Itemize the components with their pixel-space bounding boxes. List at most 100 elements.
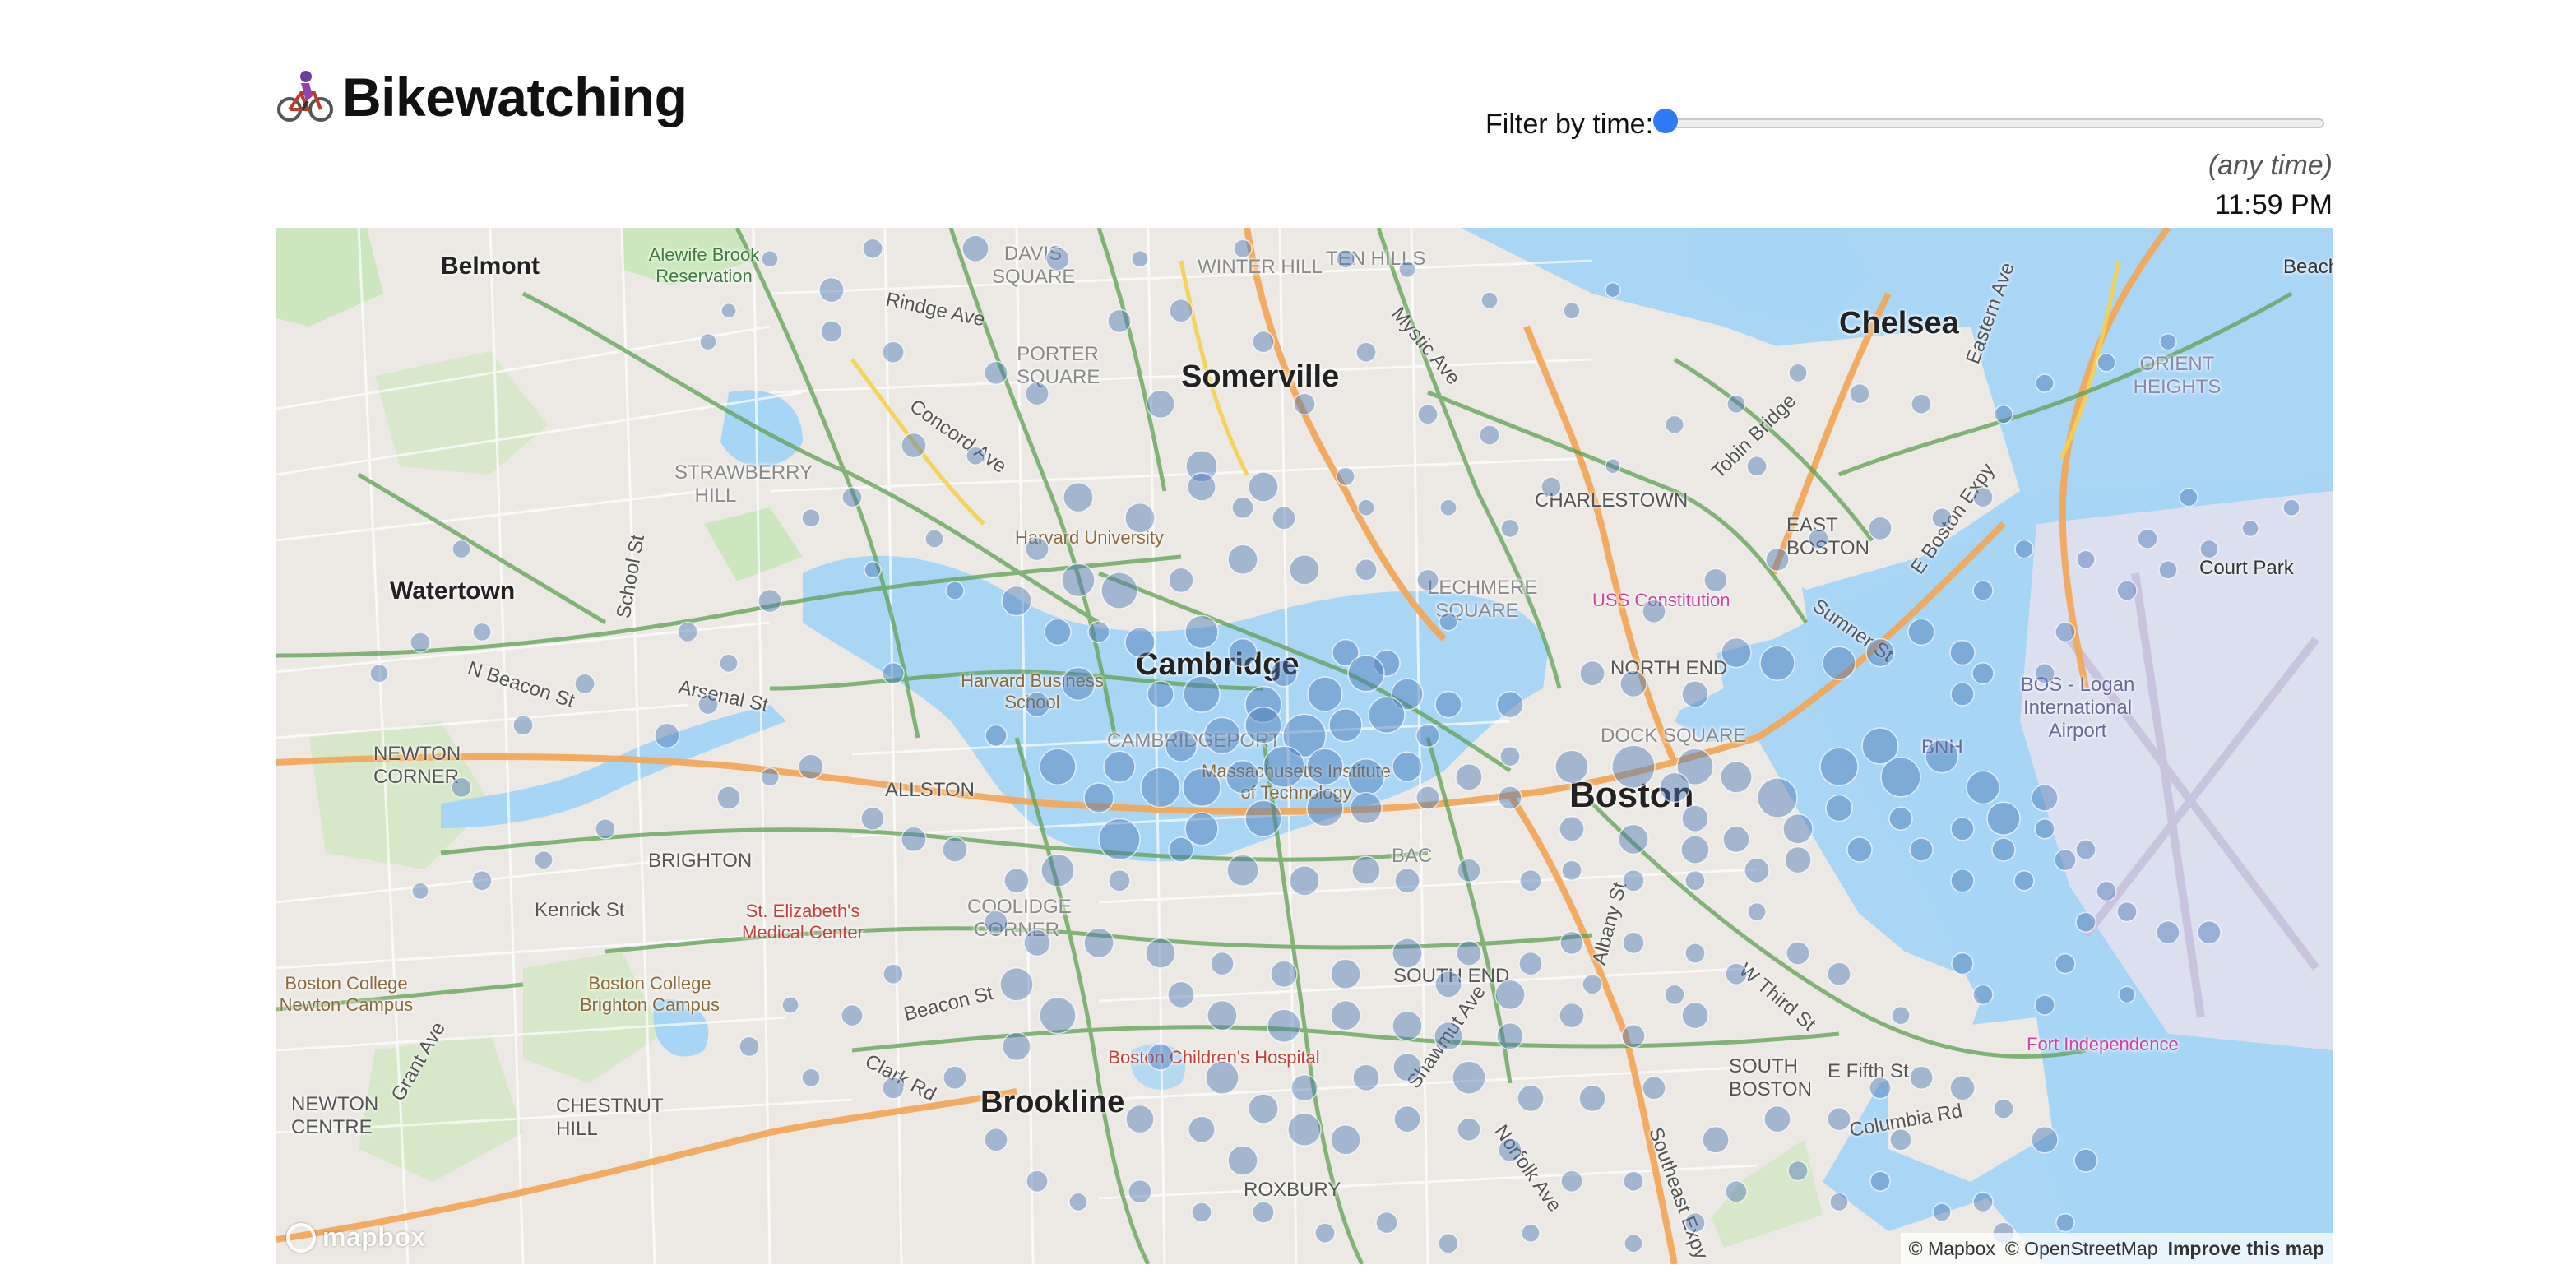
station-circle[interactable] <box>1063 481 1094 513</box>
station-circle[interactable] <box>2241 519 2259 538</box>
station-circle[interactable] <box>1784 846 1812 874</box>
station-circle[interactable] <box>1068 1192 1088 1212</box>
station-circle[interactable] <box>1287 1112 1322 1147</box>
station-circle[interactable] <box>781 996 799 1014</box>
station-circle[interactable] <box>1720 761 1753 794</box>
station-circle[interactable] <box>2031 784 2059 812</box>
station-circle[interactable] <box>1624 1234 1643 1253</box>
station-circle[interactable] <box>1330 958 1361 989</box>
mapbox-attribution-link[interactable]: © Mapbox <box>1909 1238 1995 1260</box>
station-circle[interactable] <box>985 724 1008 748</box>
station-circle[interactable] <box>1788 363 1808 383</box>
station-circle[interactable] <box>1519 869 1542 892</box>
station-circle[interactable] <box>2096 880 2117 902</box>
station-circle[interactable] <box>1267 1008 1301 1043</box>
station-circle[interactable] <box>1765 547 1790 572</box>
station-circle[interactable] <box>1146 389 1175 419</box>
station-circle[interactable] <box>1434 1022 1463 1051</box>
station-circle[interactable] <box>369 664 389 683</box>
station-circle[interactable] <box>1725 962 1748 985</box>
station-circle[interactable] <box>1392 751 1423 782</box>
station-circle[interactable] <box>1392 1010 1423 1041</box>
station-circle[interactable] <box>1849 382 1870 405</box>
station-circle[interactable] <box>1398 260 1416 279</box>
station-circle[interactable] <box>2118 985 2136 1004</box>
station-circle[interactable] <box>1392 1052 1422 1082</box>
station-circle[interactable] <box>1787 1160 1809 1182</box>
station-circle[interactable] <box>901 432 927 459</box>
station-circle[interactable] <box>841 1003 864 1027</box>
station-circle[interactable] <box>1248 1093 1279 1124</box>
station-circle[interactable] <box>1827 1106 1851 1132</box>
station-circle[interactable] <box>1747 901 1767 922</box>
station-circle[interactable] <box>1950 869 1975 893</box>
station-circle[interactable] <box>1702 1126 1730 1154</box>
station-circle[interactable] <box>1393 1105 1421 1133</box>
station-circle[interactable] <box>452 539 471 559</box>
time-slider-thumb[interactable] <box>1653 109 1678 133</box>
station-circle[interactable] <box>2054 848 2077 872</box>
station-circle[interactable] <box>901 826 927 853</box>
station-circle[interactable] <box>2031 1126 2059 1154</box>
station-circle[interactable] <box>1457 1117 1481 1142</box>
station-circle[interactable] <box>1375 1211 1398 1235</box>
station-circle[interactable] <box>1681 1001 1709 1030</box>
station-circle[interactable] <box>1357 498 1375 517</box>
station-circle[interactable] <box>1763 1105 1791 1133</box>
station-circle[interactable] <box>883 963 904 985</box>
station-circle[interactable] <box>1621 1024 1646 1049</box>
station-circle[interactable] <box>1355 558 1378 581</box>
station-circle[interactable] <box>1145 938 1176 969</box>
time-slider[interactable] <box>1653 109 2324 133</box>
station-circle[interactable] <box>2055 952 2076 975</box>
station-circle[interactable] <box>1167 980 1195 1009</box>
station-circle[interactable] <box>1147 680 1174 708</box>
station-circle[interactable] <box>801 1068 821 1087</box>
station-circle[interactable] <box>1746 456 1768 477</box>
station-circle[interactable] <box>1786 941 1810 966</box>
station-circle[interactable] <box>1726 394 1746 414</box>
station-circle[interactable] <box>1782 813 1814 845</box>
station-circle[interactable] <box>1456 940 1482 966</box>
station-circle[interactable] <box>451 776 472 799</box>
station-circle[interactable] <box>2159 332 2177 351</box>
station-circle[interactable] <box>1392 938 1423 969</box>
station-circle[interactable] <box>1336 466 1355 487</box>
station-circle[interactable] <box>1290 1074 1318 1102</box>
station-circle[interactable] <box>1434 690 1462 719</box>
station-circle[interactable] <box>699 332 717 351</box>
station-circle[interactable] <box>942 836 968 863</box>
station-circle[interactable] <box>2282 498 2300 517</box>
station-circle[interactable] <box>1207 999 1238 1031</box>
station-circle[interactable] <box>999 967 1034 1002</box>
station-circle[interactable] <box>1925 739 1959 774</box>
station-circle[interactable] <box>1554 749 1589 784</box>
station-circle[interactable] <box>1909 837 1934 862</box>
station-circle[interactable] <box>2034 818 2055 840</box>
station-circle[interactable] <box>1103 750 1136 783</box>
station-circle[interactable] <box>1124 503 1156 534</box>
station-circle[interactable] <box>1659 771 1690 804</box>
station-circle[interactable] <box>1307 676 1343 712</box>
station-circle[interactable] <box>1306 789 1344 827</box>
station-circle[interactable] <box>1252 330 1275 354</box>
station-circle[interactable] <box>1083 927 1114 959</box>
station-circle[interactable] <box>1966 770 2000 805</box>
station-circle[interactable] <box>841 486 863 508</box>
station-circle[interactable] <box>1578 1084 1606 1113</box>
station-circle[interactable] <box>2137 528 2158 549</box>
station-circle[interactable] <box>1808 528 1829 549</box>
station-circle[interactable] <box>2116 901 2138 923</box>
station-circle[interactable] <box>882 341 905 364</box>
station-circle[interactable] <box>1044 618 1072 646</box>
station-circle[interactable] <box>1582 974 1603 995</box>
station-circle[interactable] <box>719 653 739 673</box>
station-circle[interactable] <box>1972 580 1994 601</box>
station-circle[interactable] <box>1168 836 1194 863</box>
station-circle[interactable] <box>411 882 429 901</box>
station-circle[interactable] <box>1434 971 1462 998</box>
station-circle[interactable] <box>720 303 737 319</box>
station-circle[interactable] <box>945 581 965 600</box>
map-canvas[interactable]: Belmont Alewife Brook Reservation Somerv… <box>276 228 2333 1264</box>
station-circle[interactable] <box>1479 424 1500 446</box>
